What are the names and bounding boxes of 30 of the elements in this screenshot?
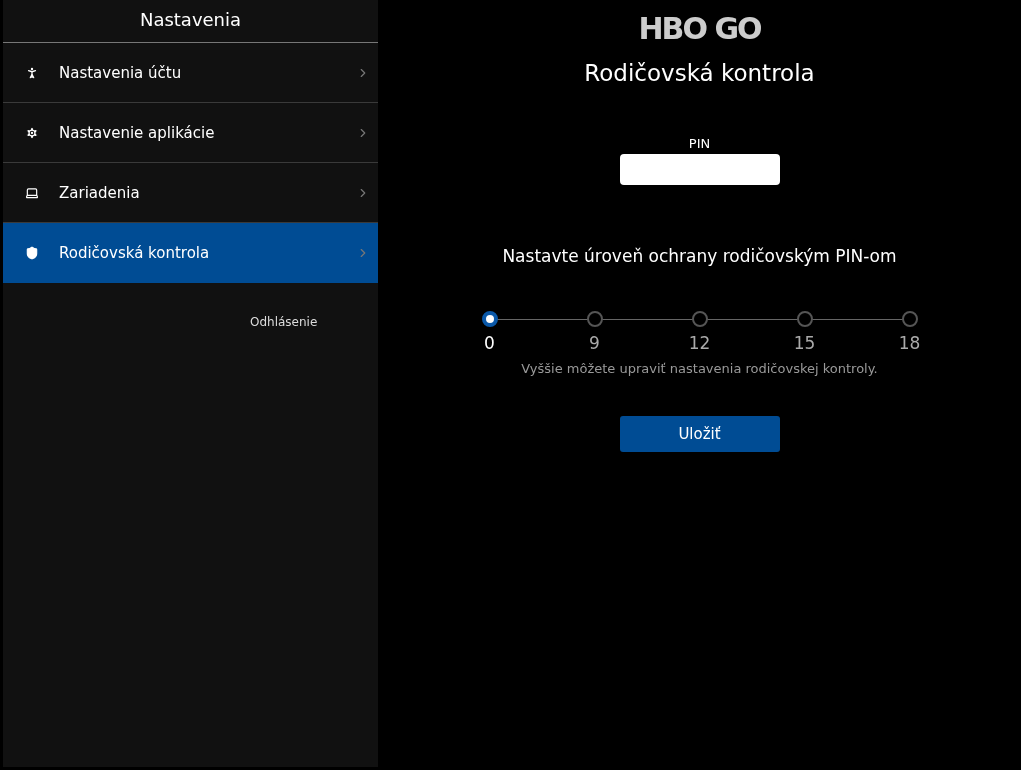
sidebar-item-label: Nastavenie aplikácie: [59, 123, 216, 142]
rating-label: 12: [688, 333, 711, 353]
pin-input-field[interactable]: [619, 154, 780, 185]
sidebar-item[interactable]: Nastavenie aplikácie: [3, 103, 378, 163]
sidebar-item-label: Nastavenia účtu: [59, 63, 183, 82]
page-title: Rodičovská kontrola: [584, 60, 815, 86]
rating-label: 18: [898, 333, 921, 353]
rating-radio[interactable]: [481, 311, 498, 327]
rating-radio[interactable]: [691, 311, 708, 327]
level-heading: Nastavte úroveň ochrany rodičovským PIN-om: [502, 246, 897, 266]
rating-radio[interactable]: [796, 311, 813, 327]
sidebar-item-label: Rodičovská kontrola: [59, 243, 211, 262]
person-icon: [25, 65, 39, 80]
pin-label: PIN: [688, 136, 711, 151]
rating-radio[interactable]: [901, 311, 918, 327]
rating-label: 0: [484, 333, 495, 353]
sidebar-title: Nastavenia: [3, 0, 378, 43]
sidebar-item[interactable]: Rodičovská kontrola: [3, 223, 378, 283]
save-button[interactable]: Uložiť: [619, 416, 780, 452]
laptop-icon: [25, 185, 39, 200]
sidebar-item[interactable]: Nastavenia účtu: [3, 43, 378, 103]
logout-link[interactable]: Odhlásenie: [250, 315, 318, 329]
hint-text: Vyššie môžete upraviť nastavenia rodičovskej kontroly.: [521, 361, 878, 376]
rating-label: 15: [793, 333, 816, 353]
logo: HBO GO: [638, 12, 761, 46]
rating-label: 9: [589, 333, 600, 353]
settings-icon: [25, 125, 39, 140]
sidebar-item-label: Zariadenia: [59, 183, 141, 202]
rating-radio[interactable]: [586, 311, 603, 327]
shield-icon: [25, 245, 39, 260]
